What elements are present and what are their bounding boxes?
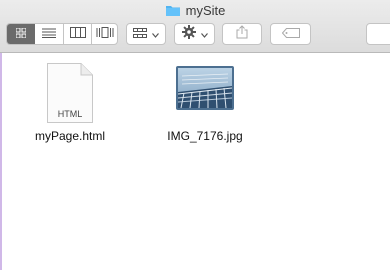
image-thumbnail (176, 66, 234, 110)
chevron-down-icon (152, 25, 159, 43)
window-title: mySite (0, 3, 390, 20)
list-view-icon (42, 25, 56, 43)
cover-flow-button[interactable] (92, 24, 118, 44)
file-item[interactable]: IMG_7176.jpg (155, 62, 255, 143)
icon-view-icon (15, 25, 27, 43)
title-bar: mySite (0, 0, 390, 53)
file-item[interactable]: HTML myPage.html (20, 62, 120, 143)
arrange-button[interactable] (126, 23, 166, 45)
arrange-icon (133, 25, 147, 43)
gear-icon (181, 24, 196, 44)
view-mode-control (6, 23, 118, 45)
column-view-icon (69, 25, 86, 43)
chevron-down-icon (200, 25, 208, 43)
window-title-text: mySite (185, 3, 226, 18)
search-field[interactable] (366, 23, 390, 45)
action-button[interactable] (174, 23, 215, 45)
list-view-button[interactable] (35, 24, 63, 44)
cover-flow-icon (96, 25, 114, 43)
share-button[interactable] (222, 23, 262, 45)
share-icon (236, 24, 248, 44)
icon-view-button[interactable] (7, 24, 35, 44)
file-name: IMG_7176.jpg (167, 129, 243, 143)
tag-icon (281, 25, 300, 43)
file-name: myPage.html (34, 129, 106, 143)
file-kind-label: HTML (58, 109, 83, 119)
folder-icon (165, 4, 181, 20)
sidebar-edge (0, 53, 2, 270)
html-document-icon: HTML (46, 62, 94, 124)
column-view-button[interactable] (64, 24, 91, 44)
tag-button[interactable] (270, 23, 311, 45)
